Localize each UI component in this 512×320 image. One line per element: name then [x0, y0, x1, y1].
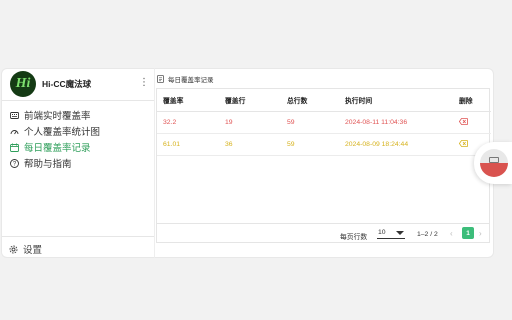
- delete-cell: [453, 111, 491, 134]
- settings-button[interactable]: 设置: [2, 241, 155, 257]
- brand-divider: [2, 100, 155, 101]
- nav-item-label: 每日覆盖率记录: [24, 143, 91, 154]
- delete-icon[interactable]: [459, 139, 468, 147]
- total-lines-cell: 59: [281, 111, 339, 134]
- column-header: 总行数: [281, 89, 339, 112]
- nav-item-help[interactable]: ? 帮助与指南: [2, 155, 155, 171]
- image-icon: [489, 157, 499, 163]
- execution-time-cell: 2024-08-09 18:24:44: [339, 133, 453, 156]
- settings-label: 设置: [23, 245, 43, 256]
- column-header: 覆盖率: [157, 89, 219, 112]
- page-range: 1–2 / 2: [417, 231, 438, 238]
- nav-item-label: 前端实时覆盖率: [24, 111, 91, 122]
- calendar-icon: [9, 142, 19, 152]
- chevron-down-icon: [396, 230, 404, 235]
- gear-icon: [9, 245, 18, 254]
- column-header: 覆盖行: [219, 89, 281, 112]
- total-lines-cell: 59: [281, 133, 339, 156]
- column-header: 删除: [453, 89, 491, 112]
- covered-lines-cell: 36: [219, 133, 281, 156]
- help-circle-icon: ?: [9, 158, 19, 168]
- column-header: 执行时间: [339, 89, 453, 112]
- delete-icon[interactable]: [459, 117, 468, 125]
- rows-per-page-label: 每页行数: [340, 234, 368, 241]
- gauge-icon: [9, 126, 19, 136]
- page-number-button[interactable]: 1: [462, 227, 474, 239]
- page-size-value: 10: [378, 229, 386, 236]
- pagination: 每页行数 10 1–2 / 2 ‹ 1 ›: [157, 223, 489, 243]
- more-vertical-icon[interactable]: ⋮: [139, 77, 149, 88]
- chevron-right-icon[interactable]: ›: [479, 229, 482, 238]
- table-header-row: 覆盖率 覆盖行 总行数 执行时间 删除: [157, 89, 491, 112]
- coverage-cell: 32.2: [157, 111, 219, 134]
- page-title-text: 每日覆盖率记录: [168, 77, 214, 84]
- covered-lines-cell: 19: [219, 111, 281, 134]
- nav-item-personal-stats[interactable]: 个人覆盖率统计图: [2, 123, 155, 139]
- table-row: 32.2 19 59 2024-08-11 11:04:36: [157, 111, 491, 134]
- app-logo: Hi: [10, 71, 36, 97]
- page-title: 每日覆盖率记录: [155, 73, 214, 85]
- app-name: Hi-CC魔法球: [42, 79, 92, 89]
- coverage-cell: 61.01: [157, 133, 219, 156]
- nav-menu: 前端实时覆盖率 个人覆盖率统计图 每日覆盖率记录 ? 帮助与指南: [2, 107, 155, 171]
- keyboard-icon: [9, 110, 19, 120]
- floating-ball-icon: [480, 149, 508, 177]
- nav-item-label: 帮助与指南: [24, 159, 72, 170]
- brand: Hi Hi-CC魔法球: [2, 69, 154, 99]
- records-table: 覆盖率 覆盖行 总行数 执行时间 删除 32.2 19 59 2024-08-1…: [156, 88, 491, 243]
- document-icon: [157, 75, 164, 83]
- floating-ball-fill: [480, 163, 508, 177]
- execution-time-cell: 2024-08-11 11:04:36: [339, 111, 453, 134]
- nav-item-realtime-coverage[interactable]: 前端实时覆盖率: [2, 107, 155, 123]
- settings-divider: [2, 236, 155, 237]
- nav-item-daily-records[interactable]: 每日覆盖率记录: [2, 139, 155, 155]
- nav-item-label: 个人覆盖率统计图: [24, 127, 101, 138]
- chevron-left-icon[interactable]: ‹: [450, 229, 453, 238]
- rows-per-page-select[interactable]: 10: [377, 227, 405, 239]
- sidebar: Hi Hi-CC魔法球 ⋮ 前端实时覆盖率 个人覆盖率统计图 每日覆盖率记录 ?: [1, 68, 155, 258]
- floating-ball-button[interactable]: [474, 142, 512, 184]
- table-row: 61.01 36 59 2024-08-09 18:24:44: [157, 133, 491, 156]
- logo-text: Hi: [15, 76, 31, 91]
- main-panel: 每日覆盖率记录 覆盖率 覆盖行 总行数 执行时间 删除 32.2 19 59 2…: [154, 68, 494, 258]
